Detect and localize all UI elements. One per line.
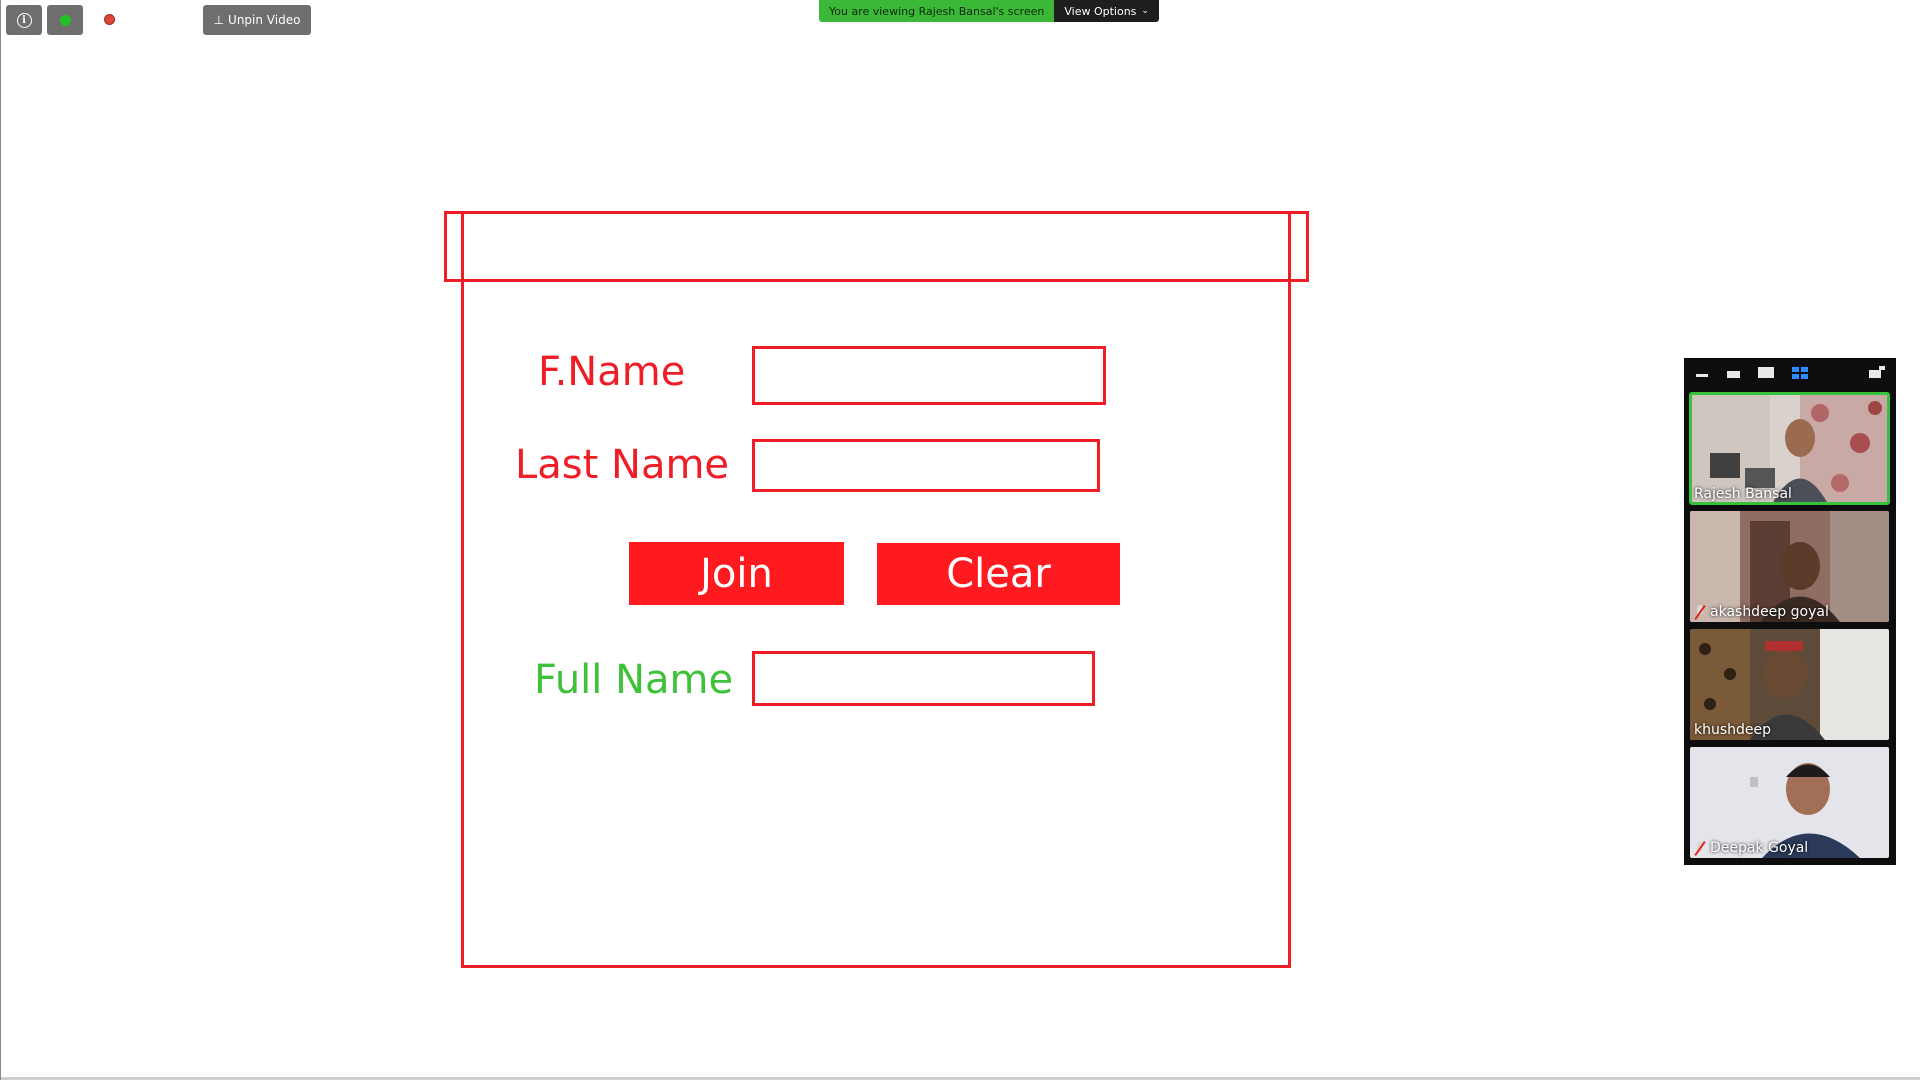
recording-icon — [104, 14, 115, 25]
participant-tile[interactable]: akashdeep goyal — [1690, 511, 1889, 622]
participant-name: khushdeep — [1694, 722, 1772, 738]
participant-tile[interactable]: Deepak Goyal — [1690, 747, 1889, 858]
speaker-view-large-icon[interactable] — [1758, 367, 1774, 378]
fullname-label: Full Name — [534, 657, 734, 703]
meeting-info-button[interactable]: i — [6, 5, 42, 35]
lname-field[interactable] — [752, 439, 1100, 492]
viewing-screen-banner: You are viewing Rajesh Bansal's screen — [819, 0, 1055, 22]
meeting-window: i ⊥ Unpin Video You are viewing Rajesh B… — [0, 0, 1920, 1080]
shield-icon — [59, 14, 71, 26]
mic-muted-icon — [1694, 841, 1706, 855]
pin-icon: ⊥ — [213, 13, 225, 27]
frame-titlebar-right — [1306, 211, 1309, 282]
unpin-video-button[interactable]: ⊥ Unpin Video — [203, 5, 311, 35]
share-status-bar: You are viewing Rajesh Bansal's screen V… — [819, 0, 1159, 22]
participant-tile[interactable]: khushdeep — [1690, 629, 1889, 740]
join-button[interactable]: Join — [629, 542, 844, 605]
frame-right-border — [1288, 211, 1291, 968]
frame-titlebar-bottom — [444, 279, 1309, 282]
participant-name-label: khushdeep — [1694, 722, 1771, 738]
fullname-field[interactable] — [752, 651, 1095, 706]
fname-label: F.Name — [538, 349, 686, 395]
participant-name-label: Deepak Goyal — [1694, 840, 1808, 856]
speaker-view-small-icon[interactable] — [1727, 371, 1740, 378]
chevron-down-icon: ⌄ — [1141, 6, 1149, 16]
exit-gallery-icon[interactable] — [1869, 366, 1885, 378]
participant-gallery: Rajesh Bansal akashdeep goyal khushdeep … — [1684, 358, 1896, 865]
mic-muted-icon — [1694, 605, 1706, 619]
clear-button[interactable]: Clear — [877, 543, 1120, 605]
participant-name: Deepak Goyal — [1710, 840, 1809, 856]
participant-name: akashdeep goyal — [1710, 604, 1829, 620]
frame-bottom-border — [461, 965, 1291, 968]
participant-tile[interactable]: Rajesh Bansal — [1689, 392, 1890, 505]
lname-label: Last Name — [515, 442, 730, 488]
minimize-icon[interactable] — [1696, 374, 1708, 377]
fname-field[interactable] — [752, 346, 1106, 405]
gallery-view-controls — [1684, 358, 1896, 389]
participant-name-label: akashdeep goyal — [1694, 604, 1829, 620]
view-options-button[interactable]: View Options ⌄ — [1054, 0, 1159, 22]
viewing-screen-text: You are viewing Rajesh Bansal's screen — [829, 4, 1045, 18]
view-options-label: View Options — [1064, 4, 1137, 18]
frame-titlebar-left — [444, 211, 447, 282]
participant-name-label: Rajesh Bansal — [1694, 486, 1792, 502]
participant-name: Rajesh Bansal — [1694, 486, 1792, 502]
security-button[interactable] — [47, 5, 83, 35]
frame-left-border — [461, 211, 464, 968]
frame-top-border — [444, 211, 1309, 214]
unpin-video-label: Unpin Video — [228, 13, 301, 27]
gallery-grid-icon[interactable] — [1792, 367, 1808, 379]
info-icon: i — [16, 12, 32, 28]
